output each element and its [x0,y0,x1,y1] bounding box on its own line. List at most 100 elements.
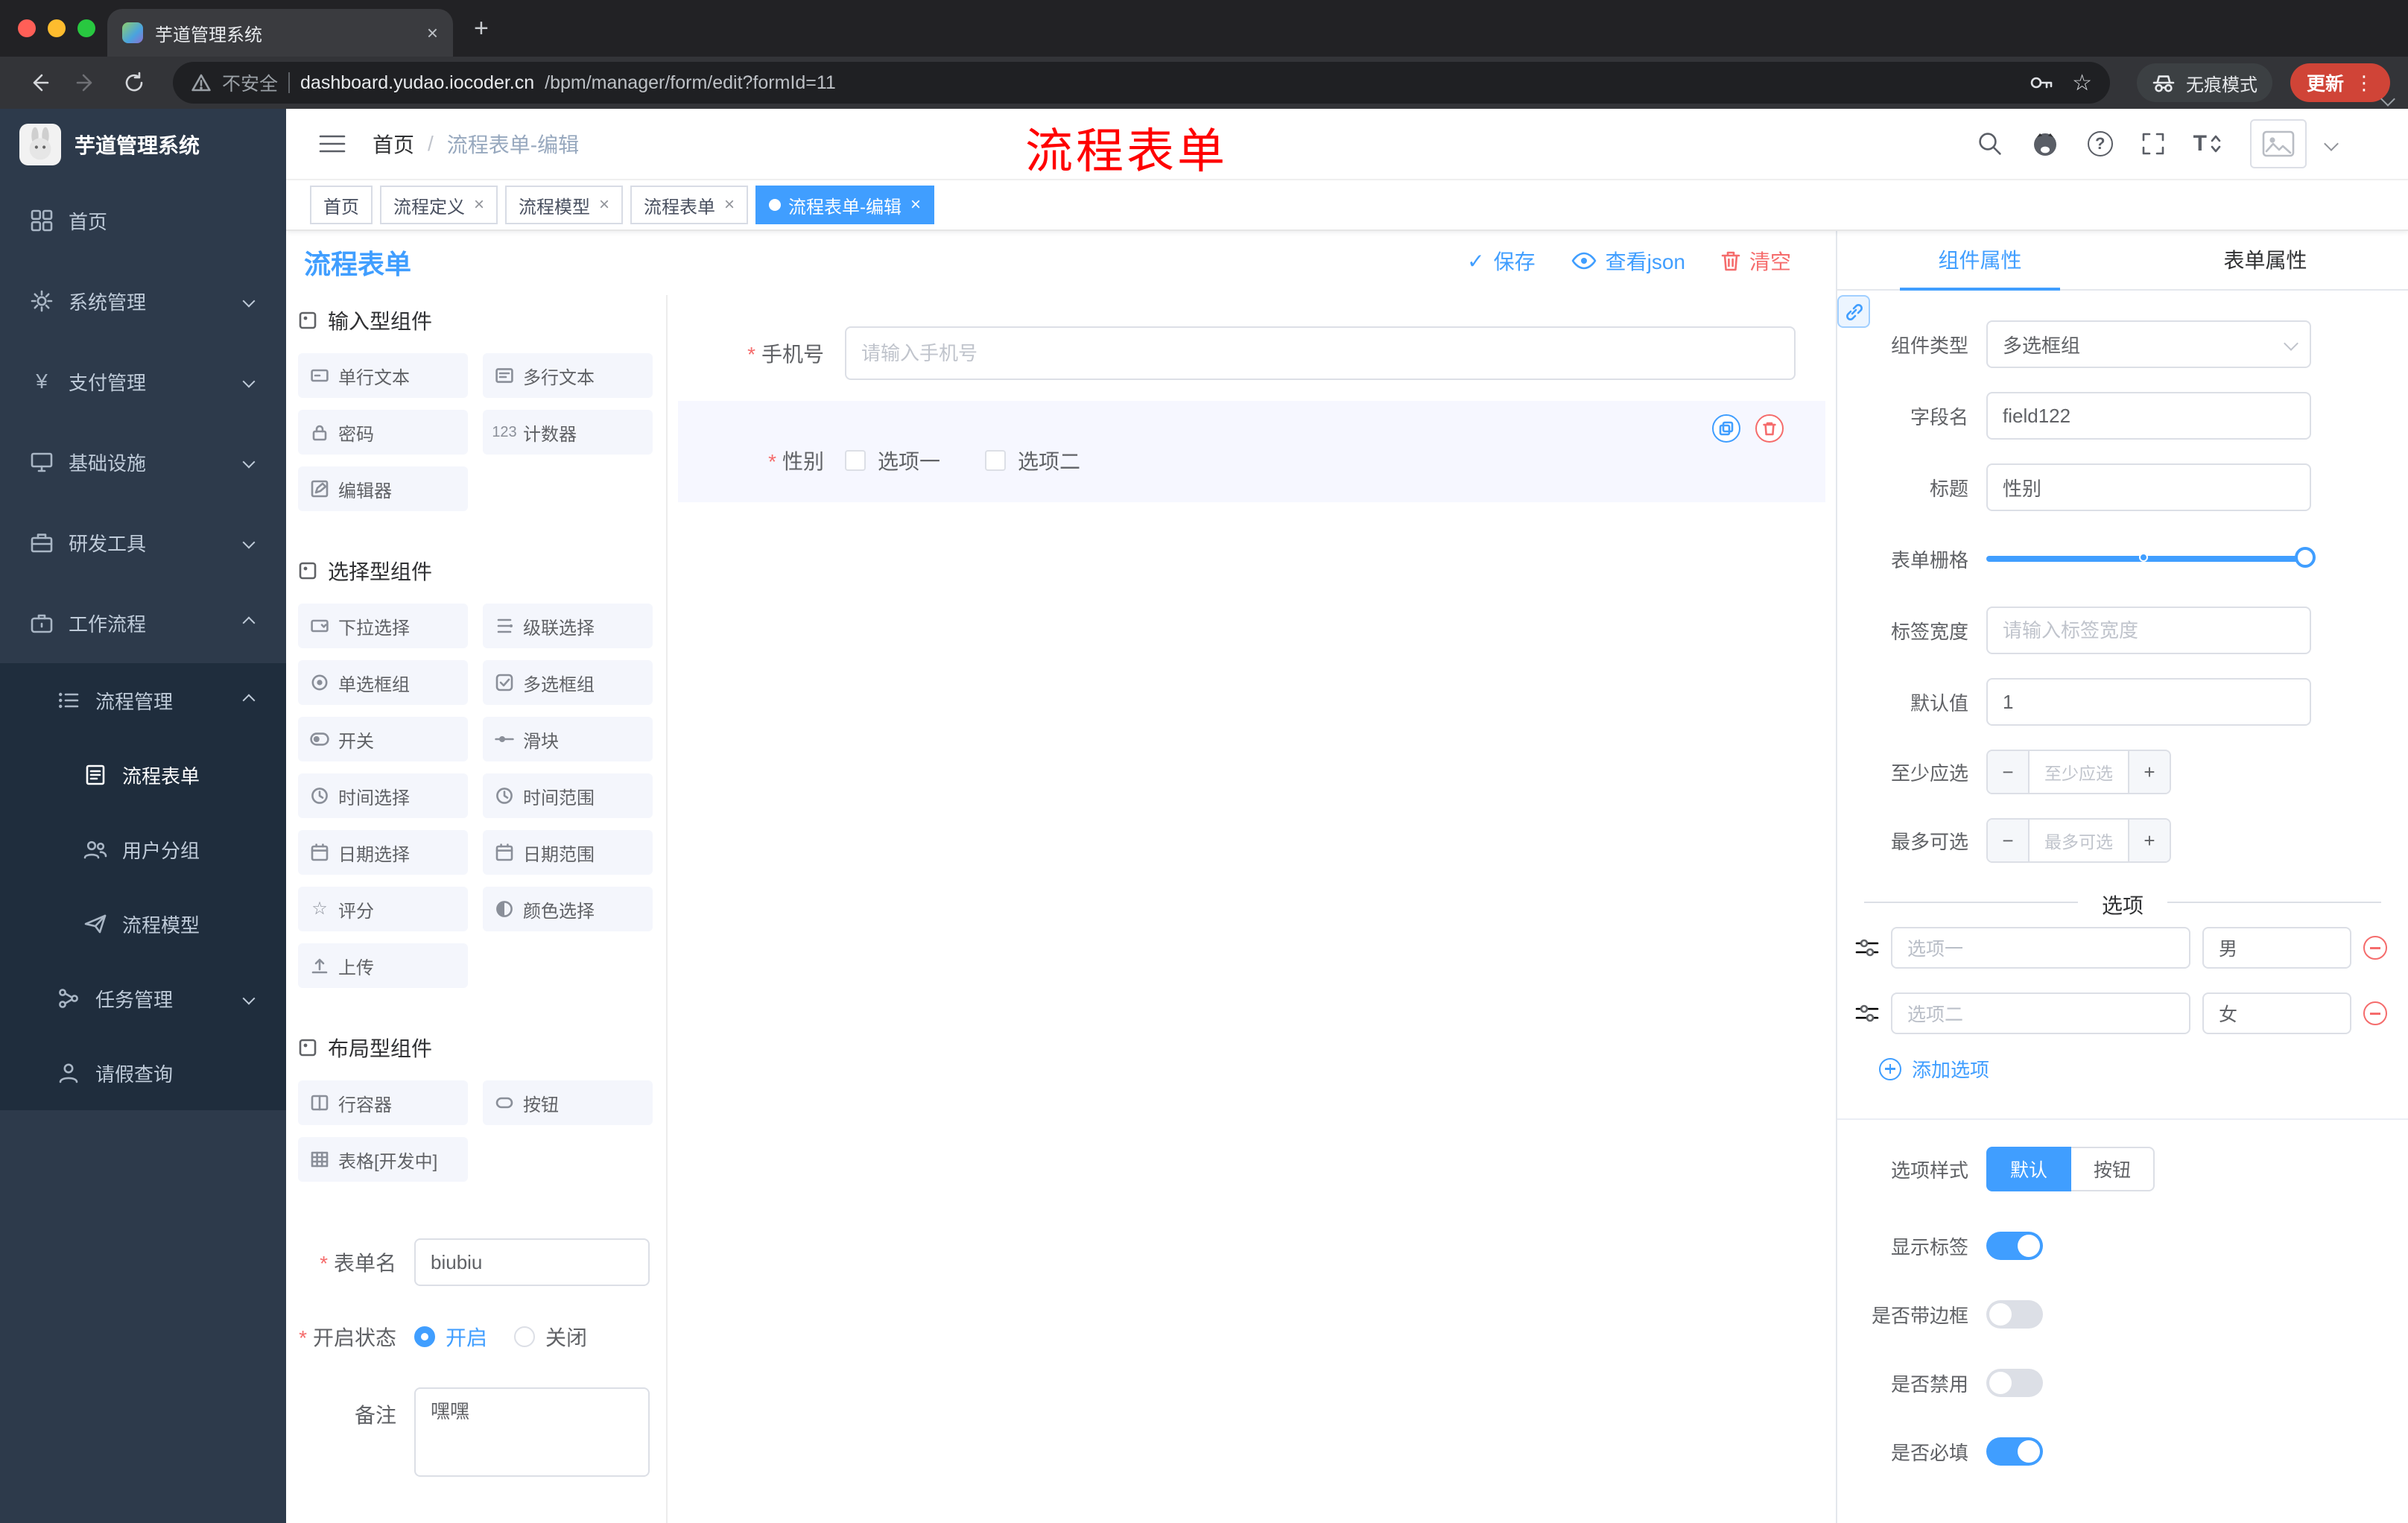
palette-item-time-range[interactable]: 时间范围 [483,773,653,818]
traffic-minimize-button[interactable] [48,19,66,37]
canvas-field-gender-selected[interactable]: * 性别 选项一 选项二 [678,401,1825,502]
drag-handle-icon[interactable] [1855,938,1879,957]
logo[interactable]: 芋道管理系统 [0,109,286,180]
palette-item-upload[interactable]: 上传 [298,943,468,988]
form-grid-slider[interactable] [1986,535,2316,583]
palette-item-row-container[interactable]: 行容器 [298,1080,468,1125]
remove-option-icon[interactable] [2363,936,2387,960]
sidebar-item-user-groups[interactable]: 用户分组 [0,812,286,887]
palette-item-password[interactable]: 密码 [298,410,468,455]
tag-process-model[interactable]: 流程模型 × [505,186,624,224]
tag-process-form[interactable]: 流程表单 × [630,186,749,224]
sidebar-item-process-form[interactable]: 流程表单 [0,738,286,812]
palette-item-table[interactable]: 表格[开发中] [298,1137,468,1182]
plus-icon[interactable]: + [2128,820,2170,861]
palette-item-radio-group[interactable]: 单选框组 [298,660,468,705]
palette-item-select[interactable]: 下拉选择 [298,604,468,648]
option-value-input[interactable] [2202,927,2351,969]
palette-item-time-picker[interactable]: 时间选择 [298,773,468,818]
close-icon[interactable]: × [724,194,735,215]
sidebar-item-process-management[interactable]: 流程管理 [0,663,286,738]
tag-process-definition[interactable]: 流程定义 × [380,186,498,224]
required-switch[interactable] [1986,1437,2043,1466]
hamburger-icon[interactable] [319,133,346,154]
palette-item-rate[interactable]: ☆ 评分 [298,887,468,931]
browser-tab[interactable]: 芋道管理系统 × [107,9,453,57]
breadcrumb-home[interactable]: 首页 [373,129,414,159]
form-remark-textarea[interactable]: 嘿嘿 [414,1387,650,1477]
plus-icon[interactable]: + [2128,751,2170,793]
sidebar-item-leave-query[interactable]: 请假查询 [0,1036,286,1110]
copy-icon[interactable] [1712,414,1740,443]
default-value-input[interactable] [1986,678,2311,726]
sidebar-item-task-management[interactable]: 任务管理 [0,961,286,1036]
min-select-value[interactable]: 至少应选 [2030,751,2128,793]
traffic-close-button[interactable] [18,19,36,37]
sidebar-item-workflow[interactable]: 工作流程 [0,583,286,663]
new-tab-button[interactable]: + [474,12,489,45]
update-button[interactable]: 更新 ⋮ [2290,63,2390,102]
title-input[interactable] [1986,463,2311,511]
tag-process-form-edit[interactable]: 流程表单-编辑 × [755,186,935,224]
save-button[interactable]: ✓ 保存 [1467,246,1535,276]
option-value-input[interactable] [2202,992,2351,1034]
clear-button[interactable]: 清空 [1721,246,1791,276]
tab-form-props[interactable]: 表单属性 [2123,231,2408,289]
slider-handle[interactable] [2295,547,2316,568]
browser-menu-icon[interactable]: ⋮ [2354,72,2374,95]
sidebar-item-system[interactable]: 系统管理 [0,261,286,341]
font-size-icon[interactable]: T [2193,131,2222,156]
tag-home[interactable]: 首页 [310,186,373,224]
back-icon[interactable] [18,62,60,104]
form-name-input[interactable] [414,1238,650,1286]
github-icon[interactable] [2031,130,2059,157]
label-width-input[interactable] [1986,607,2311,654]
reload-icon[interactable] [113,62,155,104]
help-icon[interactable]: ? [2087,131,2113,156]
traffic-zoom-button[interactable] [77,19,95,37]
component-type-select[interactable]: 多选框组 [1986,320,2311,368]
disabled-switch[interactable] [1986,1369,2043,1397]
status-on-radio[interactable]: 开启 [414,1322,487,1352]
palette-item-switch[interactable]: 开关 [298,717,468,762]
bookmark-star-icon[interactable]: ☆ [2072,70,2092,96]
close-icon[interactable]: × [910,194,921,215]
palette-item-button[interactable]: 按钮 [483,1080,653,1125]
search-icon[interactable] [1977,131,2003,156]
style-button-button[interactable]: 按钮 [2071,1147,2155,1191]
phone-input[interactable] [845,326,1796,380]
avatar-dropdown-chevron-icon[interactable] [2324,136,2339,151]
close-icon[interactable]: × [474,194,484,215]
sidebar-item-home[interactable]: 首页 [0,180,286,261]
palette-item-cascader[interactable]: 级联选择 [483,604,653,648]
palette-item-slider[interactable]: 滑块 [483,717,653,762]
canvas-field-phone[interactable]: * 手机号 [678,326,1825,380]
avatar[interactable] [2250,119,2307,168]
palette-item-multiline-text[interactable]: 多行文本 [483,353,653,398]
palette-item-editor[interactable]: 编辑器 [298,466,468,511]
sidebar-item-payment[interactable]: ¥ 支付管理 [0,341,286,422]
remove-option-icon[interactable] [2363,1001,2387,1025]
option-label-input[interactable] [1891,927,2190,969]
view-json-button[interactable]: 查看json [1571,246,1685,276]
palette-item-checkbox-group[interactable]: 多选框组 [483,660,653,705]
link-icon[interactable] [1837,295,1870,328]
palette-item-date-picker[interactable]: 日期选择 [298,830,468,875]
minus-icon[interactable]: − [1988,820,2030,861]
forward-icon[interactable] [66,62,107,104]
max-select-value[interactable]: 最多可选 [2030,820,2128,861]
palette-item-date-range[interactable]: 日期范围 [483,830,653,875]
tab-component-props[interactable]: 组件属性 [1837,231,2123,291]
sidebar-item-devtools[interactable]: 研发工具 [0,502,286,583]
tab-close-icon[interactable]: × [427,22,438,45]
style-default-button[interactable]: 默认 [1986,1147,2072,1191]
password-key-icon[interactable] [2029,72,2054,93]
add-option-button[interactable]: 添加选项 [1879,1055,2408,1083]
sidebar-item-process-model[interactable]: 流程模型 [0,887,286,961]
address-bar[interactable]: 不安全 dashboard.yudao.iocoder.cn /bpm/mana… [173,62,2110,104]
palette-item-single-line-text[interactable]: 单行文本 [298,353,468,398]
palette-item-counter[interactable]: 123 计数器 [483,410,653,455]
sidebar-item-infrastructure[interactable]: 基础设施 [0,422,286,502]
fullscreen-icon[interactable] [2141,132,2165,156]
drag-handle-icon[interactable] [1855,1004,1879,1023]
